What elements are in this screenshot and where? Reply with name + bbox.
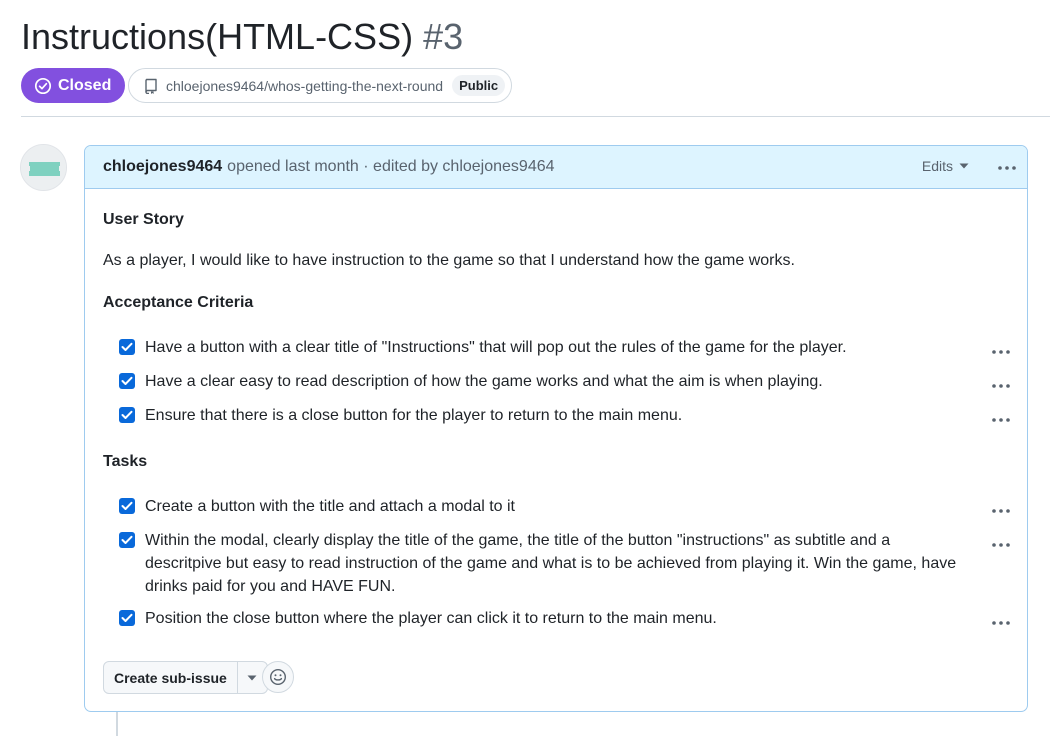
task-checkbox[interactable] bbox=[119, 339, 135, 355]
repository-link[interactable]: chloejones9464/whos-getting-the-next-rou… bbox=[128, 68, 513, 103]
kebab-horizontal-icon bbox=[992, 621, 1010, 625]
kebab-horizontal-icon bbox=[998, 166, 1016, 170]
avatar[interactable] bbox=[20, 144, 67, 191]
task-checkbox[interactable] bbox=[119, 532, 135, 548]
user-story-heading: User Story bbox=[103, 211, 184, 228]
kebab-horizontal-icon bbox=[992, 384, 1010, 388]
add-reaction-button[interactable] bbox=[262, 661, 294, 693]
task-text: Have a button with a clear title of "Ins… bbox=[145, 339, 847, 356]
task-more-button[interactable] bbox=[991, 503, 1011, 514]
edits-dropdown[interactable]: Edits bbox=[922, 158, 969, 174]
triangle-down-icon bbox=[247, 675, 257, 680]
task-text: Create a button with the title and attac… bbox=[145, 498, 515, 515]
task-more-button[interactable] bbox=[991, 344, 1011, 355]
kebab-horizontal-icon bbox=[992, 509, 1010, 513]
smiley-icon bbox=[269, 668, 287, 686]
task-checkbox[interactable] bbox=[119, 498, 135, 514]
closed-state-badge: Closed bbox=[21, 68, 126, 103]
task-text: Position the close button where the play… bbox=[145, 610, 717, 627]
state-label: Closed bbox=[58, 76, 112, 94]
acceptance-item: Have a clear easy to read description of… bbox=[119, 370, 959, 393]
task-text: Ensure that there is a close button for … bbox=[145, 407, 683, 424]
checkmark-icon bbox=[121, 501, 133, 510]
task-text: Have a clear easy to read description of… bbox=[145, 373, 823, 390]
issue-title-text: Instructions(HTML-CSS) bbox=[21, 16, 414, 57]
repo-icon bbox=[145, 78, 157, 94]
task-more-button[interactable] bbox=[991, 537, 1011, 548]
acceptance-item: Ensure that there is a close button for … bbox=[119, 404, 959, 427]
task-text: Within the modal, clearly display the ti… bbox=[145, 532, 957, 595]
comment-header: chloejones9464 opened last month · edite… bbox=[85, 146, 1027, 189]
comment-author[interactable]: chloejones9464 bbox=[103, 158, 222, 176]
acceptance-criteria-heading: Acceptance Criteria bbox=[103, 294, 254, 311]
kebab-horizontal-icon bbox=[992, 350, 1010, 354]
create-sub-issue-button[interactable]: Create sub-issue bbox=[104, 662, 238, 693]
visibility-badge: Public bbox=[452, 75, 506, 96]
header-divider bbox=[21, 116, 1050, 117]
issue-number: #3 bbox=[423, 16, 464, 57]
checkmark-icon bbox=[121, 535, 133, 544]
checkmark-icon bbox=[121, 613, 133, 622]
triangle-down-icon bbox=[959, 163, 969, 169]
comment-more-button[interactable] bbox=[997, 160, 1017, 171]
task-checkbox[interactable] bbox=[119, 373, 135, 389]
issue-title: Instructions(HTML-CSS) #3 bbox=[21, 14, 463, 60]
timeline-connector bbox=[116, 712, 118, 736]
task-checkbox[interactable] bbox=[119, 407, 135, 423]
checkmark-icon bbox=[121, 342, 133, 351]
kebab-horizontal-icon bbox=[992, 543, 1010, 547]
user-story-text: As a player, I would like to have instru… bbox=[103, 252, 795, 269]
issue-comment: chloejones9464 opened last month · edite… bbox=[84, 145, 1028, 712]
task-more-button[interactable] bbox=[991, 615, 1011, 626]
checkmark-icon bbox=[121, 376, 133, 385]
kebab-horizontal-icon bbox=[992, 418, 1010, 422]
task-checkbox[interactable] bbox=[119, 610, 135, 626]
check-circle-icon bbox=[34, 77, 52, 94]
task-item: Create a button with the title and attac… bbox=[119, 495, 959, 518]
task-more-button[interactable] bbox=[991, 378, 1011, 389]
task-item: Within the modal, clearly display the ti… bbox=[119, 529, 959, 598]
identicon-image bbox=[21, 145, 66, 190]
create-sub-issue-button-group: Create sub-issue bbox=[103, 661, 268, 694]
task-item: Position the close button where the play… bbox=[119, 607, 959, 630]
comment-meta: opened last month · edited by chloejones… bbox=[227, 158, 555, 175]
acceptance-item: Have a button with a clear title of "Ins… bbox=[119, 336, 959, 359]
tasks-heading: Tasks bbox=[103, 453, 148, 470]
edits-label: Edits bbox=[921, 158, 953, 174]
task-more-button[interactable] bbox=[991, 412, 1011, 423]
repository-name: chloejones9464/whos-getting-the-next-rou… bbox=[166, 77, 444, 94]
checkmark-icon bbox=[121, 410, 133, 419]
